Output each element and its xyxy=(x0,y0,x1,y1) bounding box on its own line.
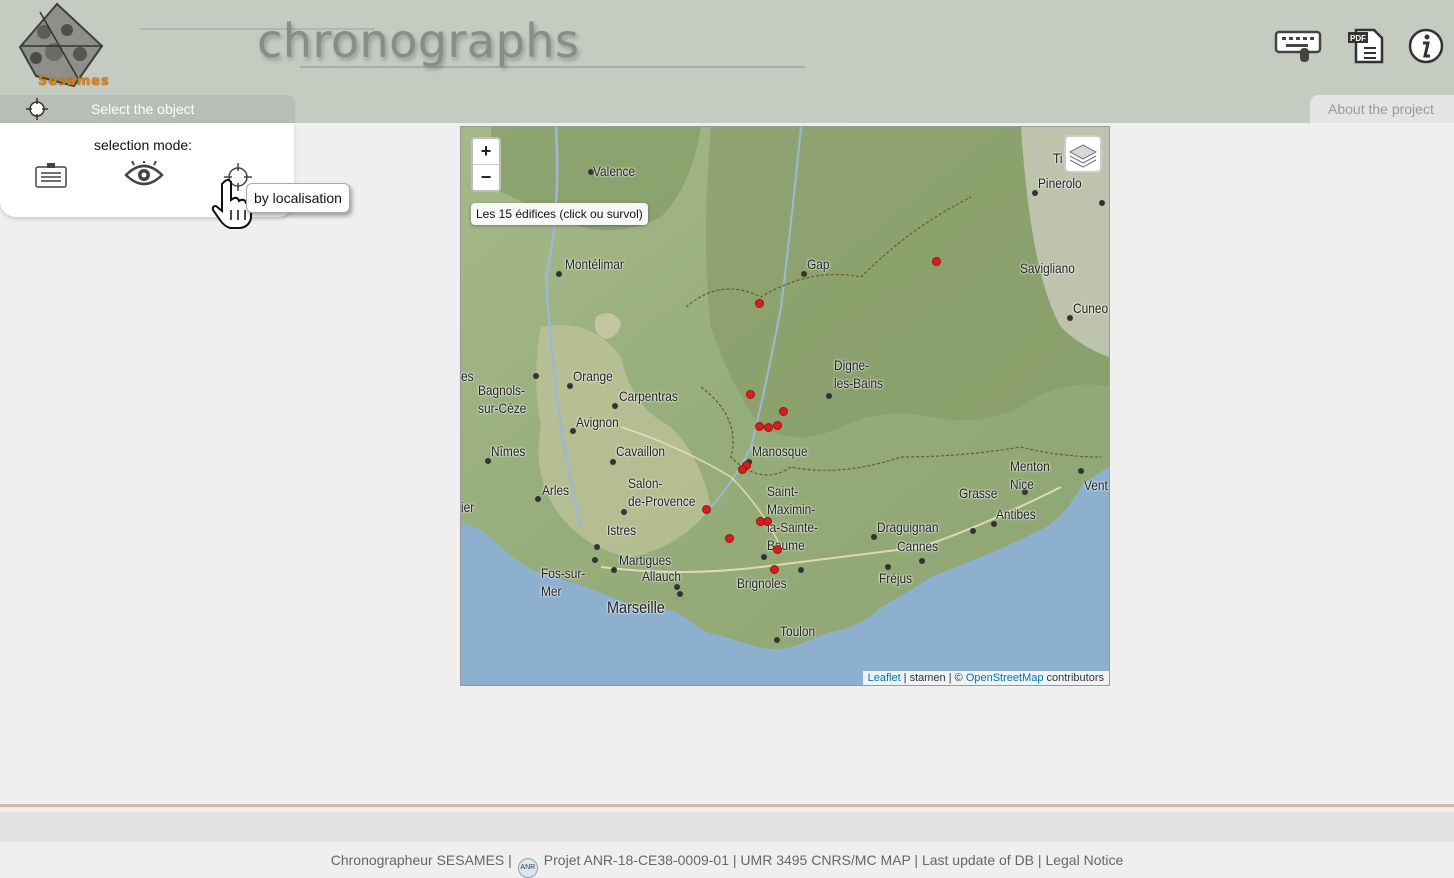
zoom-in-button[interactable]: + xyxy=(473,139,499,165)
building-marker[interactable] xyxy=(779,407,788,416)
city-label: Grasse xyxy=(959,485,998,501)
keyboard-mouse-icon[interactable] xyxy=(1274,26,1324,66)
city-label: Allauch xyxy=(642,568,682,584)
layers-button[interactable] xyxy=(1064,135,1102,173)
city-dot xyxy=(533,373,539,379)
tab-select-object-label: Select the object xyxy=(91,101,195,117)
logo-text: Sesames xyxy=(38,74,110,89)
eye-icon[interactable] xyxy=(124,161,164,189)
city-label: Marseille xyxy=(607,598,665,617)
layers-icon xyxy=(1068,144,1098,168)
pdf-document-icon[interactable]: PDF xyxy=(1346,26,1386,66)
city-label: Istres xyxy=(607,522,637,538)
city-label: Brignoles xyxy=(737,575,787,591)
footer-band xyxy=(0,812,1454,842)
building-marker[interactable] xyxy=(738,465,747,474)
city-label: Fréjus xyxy=(879,570,913,586)
attribution-text: contributors xyxy=(1043,672,1104,684)
city-dot xyxy=(556,271,562,277)
city-label: Cavaillon xyxy=(616,443,665,459)
map[interactable]: Valence Gap Montélimar Pinerolo Saviglia… xyxy=(460,126,1110,686)
zoom-control: + − xyxy=(471,137,501,192)
city-dot xyxy=(1099,200,1105,206)
city-label: Vent xyxy=(1084,477,1108,493)
city-label: Nîmes xyxy=(491,443,526,459)
city-dot xyxy=(798,567,804,573)
building-marker[interactable] xyxy=(755,422,764,431)
building-marker[interactable] xyxy=(725,534,734,543)
attribution-text: | stamen | © xyxy=(900,672,966,684)
city-label: Digne- les-Bains xyxy=(834,357,883,391)
city-dot xyxy=(761,554,767,560)
city-label: Cuneo xyxy=(1073,300,1109,316)
city-label: Orange xyxy=(573,368,613,384)
city-label: Gap xyxy=(807,256,830,272)
city-dot xyxy=(612,403,618,409)
city-label: Draguignan xyxy=(877,519,939,535)
building-marker[interactable] xyxy=(764,423,773,432)
osm-link[interactable]: OpenStreetMap xyxy=(966,672,1044,684)
svg-text:PDF: PDF xyxy=(1350,34,1366,43)
building-marker[interactable] xyxy=(763,517,772,526)
building-marker[interactable] xyxy=(773,421,782,430)
footer-text: Chronographeur SESAMES | xyxy=(330,852,512,868)
city-label: Arles xyxy=(542,482,570,498)
city-label: Ti xyxy=(1053,150,1063,166)
city-dot xyxy=(611,567,617,573)
list-icon[interactable] xyxy=(34,161,68,189)
city-label: Bagnols- sur-Cèze xyxy=(478,382,527,416)
city-label: Toulon xyxy=(780,623,816,639)
selection-mode-title: selection mode: xyxy=(94,137,193,153)
city-label: Pinerolo xyxy=(1038,175,1082,191)
map-info-box: Les 15 édifices (click ou survol) xyxy=(471,203,648,225)
city-label: Montélimar xyxy=(565,256,624,272)
footer: Chronographeur SESAMES | ANR Projet ANR-18… xyxy=(0,852,1454,878)
city-label: Fos-sur- Mer xyxy=(541,565,586,599)
city-dot xyxy=(970,528,976,534)
city-dot xyxy=(621,509,627,515)
city-dot xyxy=(1078,468,1084,474)
page-title: chronographs xyxy=(257,14,580,68)
city-label: Carpentras xyxy=(619,388,678,404)
city-label: Cannes xyxy=(897,538,939,554)
city-dot xyxy=(592,557,598,563)
building-marker[interactable] xyxy=(702,505,711,514)
city-label: Valence xyxy=(593,163,636,179)
footer-divider xyxy=(0,804,1454,807)
city-label: Salon- de-Provence xyxy=(628,475,696,509)
target-icon xyxy=(26,98,48,120)
footer-links[interactable]: Projet ANR-18-CE38-0009-01 | UMR 3495 CN… xyxy=(544,852,1123,868)
tab-about-project[interactable]: About the project xyxy=(1310,95,1454,123)
mode-tooltip: by localisation xyxy=(246,183,350,213)
building-marker[interactable] xyxy=(746,390,755,399)
city-label: Antibes xyxy=(996,506,1036,522)
city-dot xyxy=(677,591,683,597)
city-label: ier xyxy=(461,499,475,515)
city-label: Avignon xyxy=(576,414,619,430)
city-label: Saint- Maximin- la-Sainte- Baume xyxy=(767,483,818,553)
tab-about-project-label: About the project xyxy=(1328,101,1434,117)
building-marker[interactable] xyxy=(755,299,764,308)
anr-logo-icon: ANR xyxy=(517,858,538,878)
city-label: Menton Nice xyxy=(1010,458,1050,492)
city-label: Savigliano xyxy=(1020,260,1075,276)
building-marker[interactable] xyxy=(932,257,941,266)
city-dot xyxy=(919,558,925,564)
city-label: Manosque xyxy=(752,443,808,459)
leaflet-link[interactable]: Leaflet xyxy=(868,672,901,684)
building-marker[interactable] xyxy=(773,545,782,554)
info-icon[interactable] xyxy=(1406,26,1446,66)
map-attribution: Leaflet | stamen | © OpenStreetMap contr… xyxy=(862,671,1109,685)
building-marker[interactable] xyxy=(770,565,779,574)
city-dot xyxy=(594,544,600,550)
city-dot xyxy=(535,496,541,502)
zoom-out-button[interactable]: − xyxy=(473,165,499,190)
city-dot xyxy=(826,393,832,399)
city-label: es xyxy=(461,368,474,384)
